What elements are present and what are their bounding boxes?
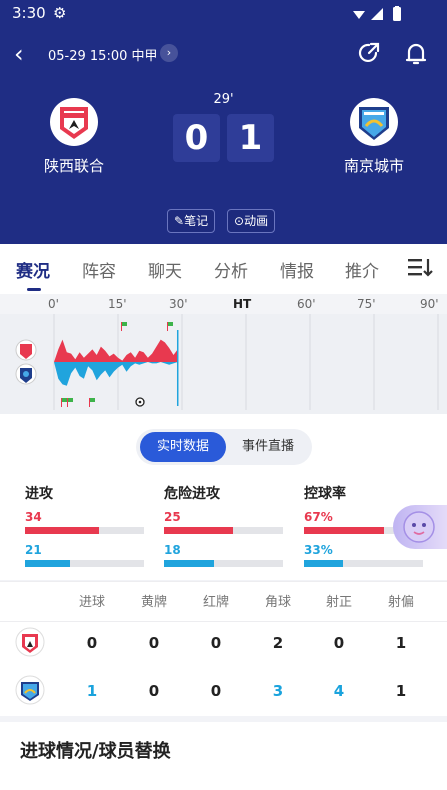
col-header-goals: 进球 [78, 595, 105, 610]
nav-bar: ‹ 05-29 15:00 中甲 › [0, 36, 447, 72]
possession-home-value: 67% [304, 510, 333, 524]
dangerous-attack-away-fill [164, 560, 214, 567]
attack-away-value: 21 [25, 543, 42, 557]
dangerous-attack-home-bar [164, 527, 283, 534]
tab-analysis[interactable]: 分析 [214, 257, 248, 282]
match-minute: 29' [213, 92, 234, 107]
notes-button[interactable]: ✎笔记 [167, 209, 216, 233]
attack-home-fill [25, 527, 99, 534]
divider [0, 581, 447, 582]
home-score: 0 [173, 114, 220, 162]
tab-lineup[interactable]: 阵容 [82, 257, 116, 282]
share-icon[interactable] [356, 41, 382, 67]
stat-title-possession: 控球率 [304, 486, 346, 502]
goals-substitutions-section: 进球情况/球员替换 [0, 716, 447, 790]
stat-title-dangerous-attack: 危险进攻 [164, 486, 220, 502]
animation-button[interactable]: ⊙动画 [227, 209, 276, 233]
dangerous-attack-home-value: 25 [164, 510, 181, 524]
stats-mode-toggle: 实时数据 事件直播 [136, 429, 312, 465]
away-goals: 1 [86, 682, 98, 700]
event-live-tab[interactable]: 事件直播 [228, 432, 308, 462]
home-corners: 2 [272, 634, 284, 652]
attack-away-bar [25, 560, 144, 567]
match-header: 3:30 ⚙ ‹ 05-29 15:00 中甲 › 陕西联合 南京城市 29' … [0, 0, 447, 244]
tab-recommend[interactable]: 推介 [345, 257, 379, 282]
stat-title-attack: 进攻 [25, 486, 53, 502]
section-gap [0, 716, 447, 722]
home-timeline-logo [15, 339, 37, 361]
mascot-icon [403, 511, 435, 543]
home-on-target: 0 [333, 634, 345, 652]
col-header-red: 红牌 [202, 595, 229, 610]
away-team-name[interactable]: 南京城市 [319, 155, 429, 176]
chevron-right-icon[interactable]: › [160, 44, 178, 62]
home-red: 0 [210, 634, 222, 652]
col-header-off-target: 射偏 [387, 595, 414, 610]
possession-away-bar [304, 560, 423, 567]
play-icon: ⊙ [234, 214, 245, 228]
tab-chat[interactable]: 聊天 [148, 257, 182, 282]
attack-away-fill [25, 560, 71, 567]
animation-label: 动画 [244, 214, 269, 228]
home-team-name[interactable]: 陕西联合 [19, 155, 129, 176]
back-arrow-icon[interactable]: ‹ [14, 40, 24, 68]
stats-card: 实时数据 事件直播 进攻 34 21 危险进攻 25 18 控球率 67% 33… [0, 414, 447, 580]
active-tab-indicator [27, 288, 41, 291]
tab-bar: 赛况 阵容 聊天 分析 情报 推介 [0, 244, 447, 294]
match-info-label[interactable]: 05-29 15:00 中甲 [48, 45, 158, 64]
away-timeline-logo [15, 363, 37, 385]
wifi-signal-battery-icon [353, 6, 401, 21]
status-time: 3:30 [12, 4, 46, 22]
bell-icon[interactable] [404, 41, 428, 67]
away-on-target: 4 [333, 682, 345, 700]
tab-menu-icon[interactable] [408, 257, 434, 279]
divider [0, 621, 447, 622]
home-yellow: 0 [148, 634, 160, 652]
home-off-target: 1 [395, 634, 407, 652]
status-icons [351, 6, 411, 26]
pen-icon: ✎ [174, 214, 185, 228]
dangerous-attack-away-value: 18 [164, 543, 181, 557]
home-row-logo [15, 627, 45, 657]
dangerous-attack-away-bar [164, 560, 283, 567]
col-header-on-target: 射正 [325, 595, 352, 610]
col-header-yellow: 黄牌 [140, 595, 167, 610]
away-corners: 3 [272, 682, 284, 700]
pressure-chart [0, 314, 447, 414]
tab-intel[interactable]: 情报 [280, 257, 314, 282]
away-off-target: 1 [395, 682, 407, 700]
away-yellow: 0 [148, 682, 160, 700]
tab-overview[interactable]: 赛况 [16, 257, 50, 282]
away-red: 0 [210, 682, 222, 700]
settings-gear-icon: ⚙ [53, 4, 67, 22]
status-bar: 3:30 ⚙ [0, 0, 447, 26]
floating-mascot-button[interactable] [393, 505, 447, 549]
match-timeline[interactable]: 0' 15' 30' HT 60' 75' 90' [0, 294, 447, 414]
notes-label: 笔记 [184, 214, 209, 228]
goal-ball-icon [135, 397, 145, 407]
possession-home-fill [304, 527, 384, 534]
realtime-data-tab[interactable]: 实时数据 [140, 432, 226, 462]
section-title: 进球情况/球员替换 [20, 741, 171, 762]
dangerous-attack-home-fill [164, 527, 234, 534]
away-row-logo [15, 675, 45, 705]
col-header-corners: 角球 [264, 595, 291, 610]
possession-away-value: 33% [304, 543, 333, 557]
stats-table: 进球 黄牌 红牌 角球 射正 射偏 0 0 0 2 0 1 1 0 0 3 4 … [0, 581, 447, 716]
possession-away-fill [304, 560, 344, 567]
home-goals: 0 [86, 634, 98, 652]
attack-home-bar [25, 527, 144, 534]
away-score: 1 [227, 114, 274, 162]
attack-home-value: 34 [25, 510, 42, 524]
